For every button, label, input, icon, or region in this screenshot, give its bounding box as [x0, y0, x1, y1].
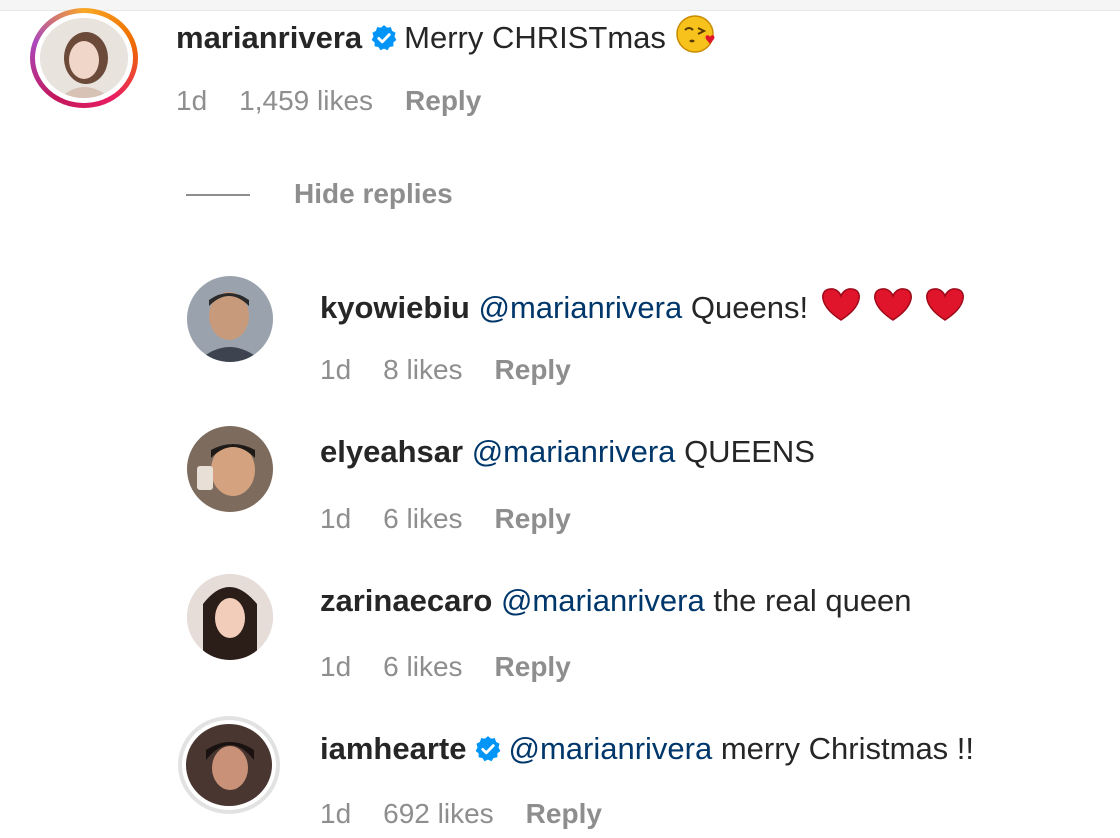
reply-text: QUEENS: [684, 434, 815, 469]
reply-likes[interactable]: 8 likes: [383, 354, 462, 385]
reply-username[interactable]: iamhearte: [320, 731, 466, 766]
reply-button[interactable]: Reply: [495, 354, 571, 385]
avatar[interactable]: [187, 426, 273, 512]
reply-time: 1d: [320, 354, 352, 385]
avatar[interactable]: [186, 724, 272, 806]
hide-replies-label[interactable]: Hide replies: [294, 176, 453, 212]
mention-link[interactable]: @marianrivera: [508, 731, 712, 766]
verified-badge-icon: [476, 736, 501, 762]
avatar-photo-icon: [40, 18, 128, 98]
divider-line: [186, 194, 250, 196]
reply-text: Queens!: [690, 290, 809, 325]
reply-likes[interactable]: 6 likes: [383, 651, 462, 682]
reply-button[interactable]: Reply: [405, 85, 481, 116]
reply-time: 1d: [320, 651, 352, 682]
avatar[interactable]: [40, 18, 128, 98]
avatar[interactable]: [187, 276, 273, 362]
reply-likes[interactable]: 692 likes: [383, 798, 494, 829]
avatar-photo-icon: [187, 426, 273, 512]
verified-badge-icon: [371, 25, 397, 51]
reply-text: merry Christmas !!: [720, 731, 975, 766]
mention-link[interactable]: @marianrivera: [472, 434, 676, 469]
comment-likes[interactable]: 1,459 likes: [239, 85, 373, 116]
avatar-photo-icon: [187, 574, 273, 660]
top-divider: [0, 0, 1120, 11]
reply-button[interactable]: Reply: [526, 798, 602, 829]
reply-text: the real queen: [713, 583, 912, 618]
reply-button[interactable]: Reply: [495, 651, 571, 682]
heart-emoji-icon: [821, 288, 964, 321]
reply-username[interactable]: elyeahsar: [320, 434, 463, 469]
reply-likes[interactable]: 6 likes: [383, 503, 462, 534]
comment-text: Merry CHRISTmas: [404, 20, 666, 55]
comment-username[interactable]: marianrivera: [176, 20, 362, 55]
avatar-photo-icon: [187, 276, 273, 362]
reply-time: 1d: [320, 503, 352, 534]
reply-time: 1d: [320, 798, 352, 829]
comment-time: 1d: [176, 85, 208, 116]
avatar[interactable]: [187, 574, 273, 660]
reply-username[interactable]: zarinaecaro: [320, 583, 492, 618]
kissing-face-emoji-icon: [675, 15, 714, 53]
reply-username[interactable]: kyowiebiu: [320, 290, 470, 325]
mention-link[interactable]: @marianrivera: [501, 583, 705, 618]
mention-link[interactable]: @marianrivera: [479, 290, 683, 325]
avatar-photo-icon: [186, 724, 272, 806]
reply-button[interactable]: Reply: [495, 503, 571, 534]
